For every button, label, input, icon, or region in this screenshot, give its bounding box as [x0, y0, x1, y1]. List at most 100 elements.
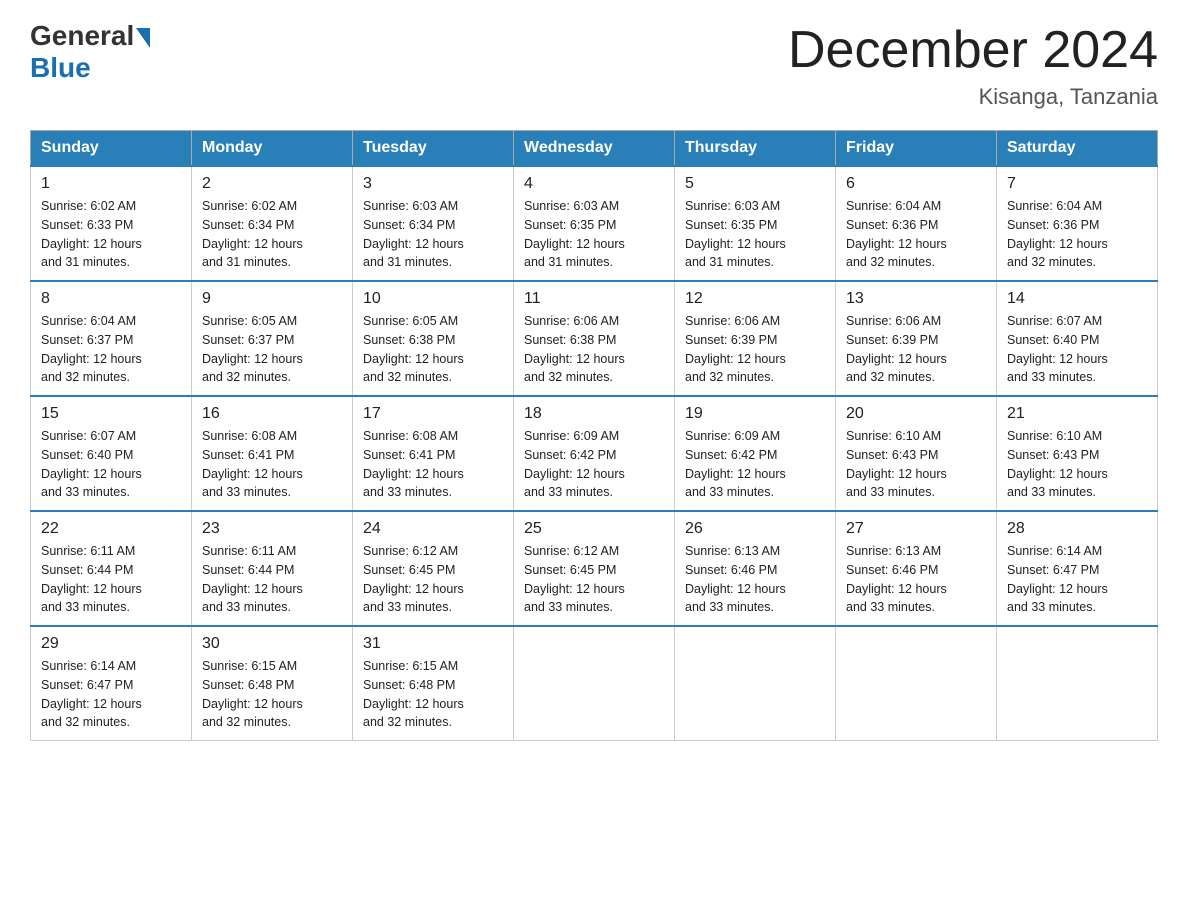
day-number: 3	[363, 175, 503, 193]
week-row-2: 8Sunrise: 6:04 AMSunset: 6:37 PMDaylight…	[31, 281, 1158, 396]
day-number: 12	[685, 290, 825, 308]
calendar-cell	[997, 626, 1158, 741]
calendar-cell: 12 Sunrise: 6:06 AMSunset: 6:39 PMDayligh…	[675, 281, 836, 396]
calendar-cell: 28 Sunrise: 6:14 AMSunset: 6:47 PMDayligh…	[997, 511, 1158, 626]
logo: General Blue	[30, 20, 150, 84]
calendar-cell: 10 Sunrise: 6:05 AMSunset: 6:38 PMDayligh…	[353, 281, 514, 396]
week-row-5: 29Sunrise: 6:14 AMSunset: 6:47 PMDayligh…	[31, 626, 1158, 741]
calendar-cell: 7Sunrise: 6:04 AMSunset: 6:36 PMDaylight…	[997, 166, 1158, 281]
day-info: Sunrise: 6:13 AMSunset: 6:46 PMDaylight:…	[685, 542, 825, 617]
day-info: Sunrise: 6:02 AMSunset: 6:34 PMDaylight:…	[202, 197, 342, 272]
month-title: December 2024	[788, 20, 1158, 80]
day-number: 14	[1007, 290, 1147, 308]
day-number: 20	[846, 405, 986, 423]
day-number: 4	[524, 175, 664, 193]
calendar-cell: 31 Sunrise: 6:15 AMSunset: 6:48 PMDayligh…	[353, 626, 514, 741]
day-info: Sunrise: 6:07 AMSunset: 6:40 PMDaylight:…	[1007, 312, 1147, 387]
day-number: 29	[41, 635, 181, 653]
header-saturday: Saturday	[997, 131, 1158, 167]
header-thursday: Thursday	[675, 131, 836, 167]
day-number: 5	[685, 175, 825, 193]
day-info: Sunrise: 6:06 AMSunset: 6:38 PMDaylight:…	[524, 312, 664, 387]
calendar-cell: 27 Sunrise: 6:13 AMSunset: 6:46 PMDayligh…	[836, 511, 997, 626]
title-block: December 2024 Kisanga, Tanzania	[788, 20, 1158, 110]
day-info: Sunrise: 6:09 AMSunset: 6:42 PMDaylight:…	[685, 427, 825, 502]
calendar-cell: 17 Sunrise: 6:08 AMSunset: 6:41 PMDayligh…	[353, 396, 514, 511]
day-info: Sunrise: 6:06 AMSunset: 6:39 PMDaylight:…	[685, 312, 825, 387]
week-row-1: 1 Sunrise: 6:02 AMSunset: 6:33 PMDaylight…	[31, 166, 1158, 281]
calendar-header-row: SundayMondayTuesdayWednesdayThursdayFrid…	[31, 131, 1158, 167]
calendar-cell: 29Sunrise: 6:14 AMSunset: 6:47 PMDayligh…	[31, 626, 192, 741]
day-number: 25	[524, 520, 664, 538]
logo-arrow-icon	[136, 28, 150, 48]
day-info: Sunrise: 6:07 AMSunset: 6:40 PMDaylight:…	[41, 427, 181, 502]
day-number: 27	[846, 520, 986, 538]
day-number: 13	[846, 290, 986, 308]
day-info: Sunrise: 6:12 AMSunset: 6:45 PMDaylight:…	[524, 542, 664, 617]
day-number: 19	[685, 405, 825, 423]
day-info: Sunrise: 6:08 AMSunset: 6:41 PMDaylight:…	[363, 427, 503, 502]
calendar-cell: 19 Sunrise: 6:09 AMSunset: 6:42 PMDayligh…	[675, 396, 836, 511]
calendar-cell: 8Sunrise: 6:04 AMSunset: 6:37 PMDaylight…	[31, 281, 192, 396]
calendar-cell: 24Sunrise: 6:12 AMSunset: 6:45 PMDayligh…	[353, 511, 514, 626]
day-info: Sunrise: 6:11 AMSunset: 6:44 PMDaylight:…	[202, 542, 342, 617]
day-info: Sunrise: 6:03 AMSunset: 6:34 PMDaylight:…	[363, 197, 503, 272]
calendar-cell: 15 Sunrise: 6:07 AMSunset: 6:40 PMDayligh…	[31, 396, 192, 511]
calendar-cell: 6 Sunrise: 6:04 AMSunset: 6:36 PMDaylight…	[836, 166, 997, 281]
week-row-3: 15 Sunrise: 6:07 AMSunset: 6:40 PMDayligh…	[31, 396, 1158, 511]
week-row-4: 22Sunrise: 6:11 AMSunset: 6:44 PMDayligh…	[31, 511, 1158, 626]
day-number: 28	[1007, 520, 1147, 538]
calendar-cell	[514, 626, 675, 741]
logo-general-text: General	[30, 20, 134, 52]
header-tuesday: Tuesday	[353, 131, 514, 167]
calendar-table: SundayMondayTuesdayWednesdayThursdayFrid…	[30, 130, 1158, 741]
day-number: 6	[846, 175, 986, 193]
day-number: 2	[202, 175, 342, 193]
header-sunday: Sunday	[31, 131, 192, 167]
day-info: Sunrise: 6:05 AMSunset: 6:38 PMDaylight:…	[363, 312, 503, 387]
header-monday: Monday	[192, 131, 353, 167]
location-label: Kisanga, Tanzania	[788, 84, 1158, 110]
calendar-cell	[836, 626, 997, 741]
day-info: Sunrise: 6:15 AMSunset: 6:48 PMDaylight:…	[202, 657, 342, 732]
day-number: 16	[202, 405, 342, 423]
day-number: 11	[524, 290, 664, 308]
day-info: Sunrise: 6:04 AMSunset: 6:37 PMDaylight:…	[41, 312, 181, 387]
day-number: 15	[41, 405, 181, 423]
day-number: 1	[41, 175, 181, 193]
day-info: Sunrise: 6:09 AMSunset: 6:42 PMDaylight:…	[524, 427, 664, 502]
day-info: Sunrise: 6:05 AMSunset: 6:37 PMDaylight:…	[202, 312, 342, 387]
day-number: 30	[202, 635, 342, 653]
day-number: 10	[363, 290, 503, 308]
calendar-cell: 26 Sunrise: 6:13 AMSunset: 6:46 PMDayligh…	[675, 511, 836, 626]
day-info: Sunrise: 6:11 AMSunset: 6:44 PMDaylight:…	[41, 542, 181, 617]
calendar-cell: 2 Sunrise: 6:02 AMSunset: 6:34 PMDaylight…	[192, 166, 353, 281]
calendar-cell: 9Sunrise: 6:05 AMSunset: 6:37 PMDaylight…	[192, 281, 353, 396]
day-info: Sunrise: 6:13 AMSunset: 6:46 PMDaylight:…	[846, 542, 986, 617]
day-info: Sunrise: 6:04 AMSunset: 6:36 PMDaylight:…	[1007, 197, 1147, 272]
day-info: Sunrise: 6:06 AMSunset: 6:39 PMDaylight:…	[846, 312, 986, 387]
day-info: Sunrise: 6:04 AMSunset: 6:36 PMDaylight:…	[846, 197, 986, 272]
day-info: Sunrise: 6:10 AMSunset: 6:43 PMDaylight:…	[846, 427, 986, 502]
header-wednesday: Wednesday	[514, 131, 675, 167]
header-friday: Friday	[836, 131, 997, 167]
day-number: 18	[524, 405, 664, 423]
calendar-cell: 1 Sunrise: 6:02 AMSunset: 6:33 PMDaylight…	[31, 166, 192, 281]
calendar-cell: 21Sunrise: 6:10 AMSunset: 6:43 PMDayligh…	[997, 396, 1158, 511]
day-info: Sunrise: 6:03 AMSunset: 6:35 PMDaylight:…	[685, 197, 825, 272]
logo-blue-text: Blue	[30, 52, 91, 84]
day-info: Sunrise: 6:08 AMSunset: 6:41 PMDaylight:…	[202, 427, 342, 502]
calendar-cell: 13 Sunrise: 6:06 AMSunset: 6:39 PMDayligh…	[836, 281, 997, 396]
calendar-cell	[675, 626, 836, 741]
page-header: General Blue December 2024 Kisanga, Tanz…	[30, 20, 1158, 110]
day-info: Sunrise: 6:12 AMSunset: 6:45 PMDaylight:…	[363, 542, 503, 617]
day-info: Sunrise: 6:15 AMSunset: 6:48 PMDaylight:…	[363, 657, 503, 732]
day-number: 31	[363, 635, 503, 653]
day-number: 21	[1007, 405, 1147, 423]
day-number: 17	[363, 405, 503, 423]
calendar-cell: 5 Sunrise: 6:03 AMSunset: 6:35 PMDaylight…	[675, 166, 836, 281]
day-number: 26	[685, 520, 825, 538]
day-info: Sunrise: 6:02 AMSunset: 6:33 PMDaylight:…	[41, 197, 181, 272]
day-info: Sunrise: 6:14 AMSunset: 6:47 PMDaylight:…	[1007, 542, 1147, 617]
calendar-cell: 18 Sunrise: 6:09 AMSunset: 6:42 PMDayligh…	[514, 396, 675, 511]
